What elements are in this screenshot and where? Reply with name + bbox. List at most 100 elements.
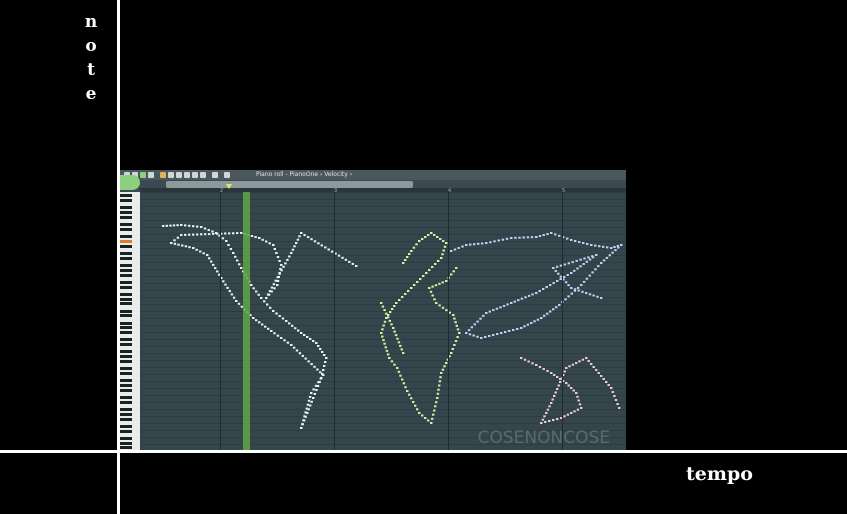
note-block[interactable]	[404, 386, 407, 389]
note-block[interactable]	[265, 297, 268, 299]
note-block[interactable]	[254, 236, 257, 238]
note-block[interactable]	[294, 327, 297, 330]
note-block[interactable]	[255, 290, 258, 293]
note-block[interactable]	[510, 237, 513, 239]
note-block[interactable]	[265, 240, 268, 243]
note-block[interactable]	[278, 315, 281, 317]
note-block[interactable]	[576, 267, 579, 270]
note-block[interactable]	[276, 256, 280, 258]
note-block[interactable]	[184, 233, 187, 236]
note-block[interactable]	[270, 286, 274, 289]
black-key[interactable]	[120, 228, 132, 231]
note-block[interactable]	[542, 288, 545, 290]
note-block[interactable]	[434, 405, 437, 408]
note-block[interactable]	[229, 248, 233, 250]
note-block[interactable]	[290, 252, 293, 254]
note-block[interactable]	[431, 285, 434, 288]
note-block[interactable]	[574, 240, 577, 242]
note-block[interactable]	[237, 302, 241, 305]
note-block[interactable]	[216, 232, 219, 235]
note-block[interactable]	[588, 293, 592, 296]
note-block[interactable]	[196, 225, 199, 228]
note-block[interactable]	[485, 242, 488, 244]
note-block[interactable]	[550, 402, 553, 404]
note-block[interactable]	[324, 361, 327, 363]
speaker-icon[interactable]	[224, 172, 230, 178]
note-block[interactable]	[286, 341, 290, 344]
note-block[interactable]	[392, 327, 395, 329]
note-block[interactable]	[195, 248, 198, 251]
note-block[interactable]	[312, 397, 315, 399]
window-title[interactable]: Piano roll - PianoOne › Velocity ›	[256, 170, 352, 180]
note-block[interactable]	[192, 233, 195, 236]
note-block[interactable]	[522, 236, 525, 239]
note-block[interactable]	[588, 274, 591, 277]
note-block[interactable]	[597, 265, 600, 268]
note-block[interactable]	[300, 332, 303, 334]
black-key[interactable]	[120, 206, 132, 210]
black-key[interactable]	[120, 396, 132, 399]
note-block[interactable]	[384, 346, 387, 349]
note-block[interactable]	[576, 286, 580, 289]
note-block[interactable]	[550, 372, 553, 374]
note-block[interactable]	[436, 392, 440, 395]
note-block[interactable]	[212, 263, 215, 266]
note-block[interactable]	[554, 391, 557, 394]
note-block[interactable]	[172, 224, 176, 227]
note-block[interactable]	[165, 224, 168, 227]
note-block[interactable]	[260, 297, 263, 299]
note-block[interactable]	[258, 237, 261, 239]
note-block[interactable]	[550, 232, 553, 234]
note-block[interactable]	[450, 273, 453, 276]
note-block[interactable]	[576, 408, 580, 411]
note-block[interactable]	[428, 269, 431, 271]
note-block[interactable]	[273, 332, 276, 335]
note-block[interactable]	[232, 252, 235, 254]
note-block[interactable]	[605, 256, 609, 259]
note-block[interactable]	[535, 236, 538, 238]
note-block[interactable]	[281, 317, 285, 320]
note-block[interactable]	[396, 337, 399, 340]
note-block[interactable]	[617, 246, 620, 249]
black-key[interactable]	[120, 223, 132, 227]
note-block[interactable]	[330, 250, 334, 253]
black-key[interactable]	[120, 268, 132, 272]
note-block[interactable]	[606, 246, 609, 249]
note-block[interactable]	[434, 284, 438, 287]
note-block[interactable]	[252, 317, 255, 319]
note-block[interactable]	[441, 306, 445, 309]
note-block[interactable]	[390, 323, 393, 326]
note-block[interactable]	[581, 358, 585, 361]
note-block[interactable]	[443, 365, 446, 368]
note-block[interactable]	[382, 339, 385, 342]
note-block[interactable]	[570, 292, 573, 295]
note-block[interactable]	[288, 322, 291, 325]
note-block[interactable]	[510, 302, 513, 304]
note-block[interactable]	[317, 381, 320, 384]
note-block[interactable]	[252, 287, 255, 290]
black-key[interactable]	[120, 321, 132, 325]
note-block[interactable]	[586, 243, 589, 245]
note-block[interactable]	[441, 281, 444, 284]
black-key[interactable]	[120, 314, 132, 318]
note-block[interactable]	[293, 245, 296, 248]
note-block[interactable]	[304, 357, 307, 360]
note-block[interactable]	[580, 284, 583, 286]
note-block[interactable]	[303, 234, 306, 237]
note-block[interactable]	[257, 293, 260, 296]
note-block[interactable]	[295, 242, 298, 244]
note-block[interactable]	[394, 334, 398, 337]
note-block[interactable]	[489, 241, 492, 244]
note-block[interactable]	[207, 229, 210, 231]
note-block[interactable]	[587, 360, 590, 362]
note-block[interactable]	[380, 332, 383, 334]
note-block[interactable]	[570, 287, 573, 289]
note-block[interactable]	[238, 263, 241, 266]
note-block[interactable]	[602, 259, 606, 262]
note-block[interactable]	[613, 395, 616, 397]
note-block[interactable]	[212, 232, 215, 235]
note-block[interactable]	[488, 310, 491, 313]
note-block[interactable]	[404, 293, 407, 295]
note-block[interactable]	[611, 391, 614, 393]
note-block[interactable]	[473, 323, 476, 326]
